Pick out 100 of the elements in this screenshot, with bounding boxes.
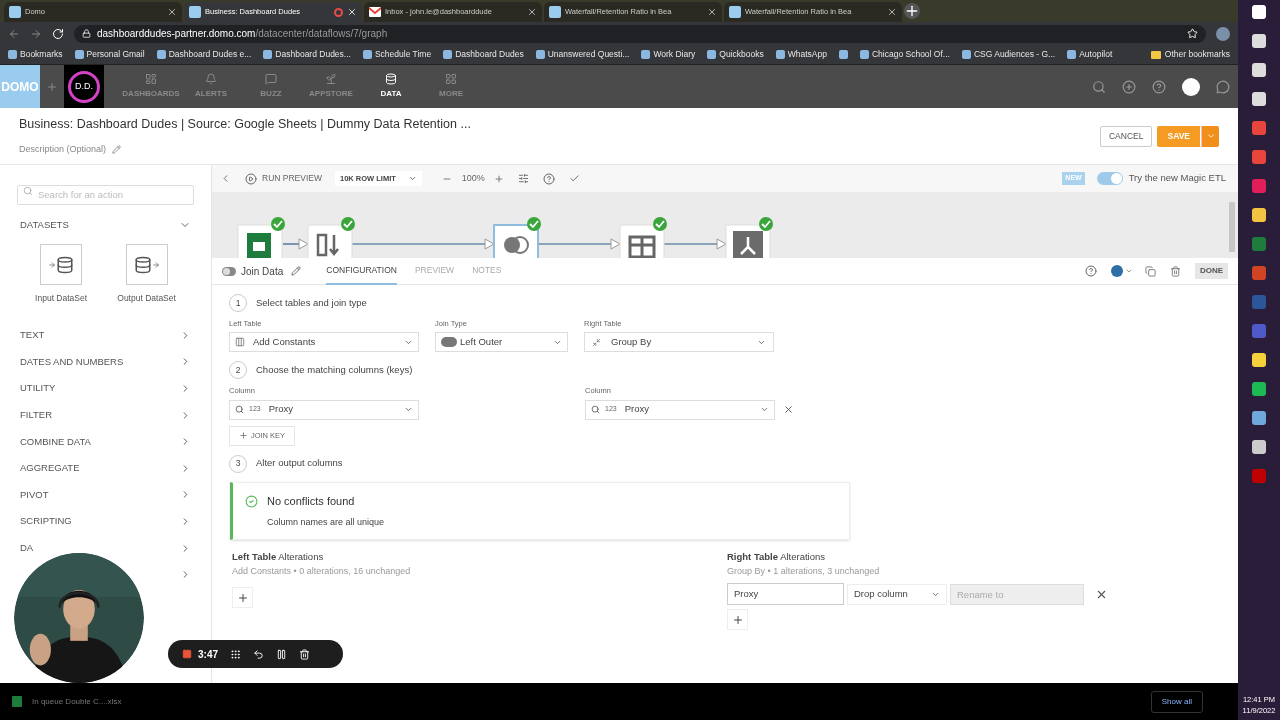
bookmark-link[interactable]: Other bookmarks bbox=[1164, 48, 1230, 61]
plus-icon bbox=[236, 591, 249, 604]
column-field[interactable]: Proxy bbox=[727, 583, 844, 606]
add-icon[interactable] bbox=[1122, 79, 1136, 94]
action-select[interactable]: Drop column bbox=[847, 583, 947, 605]
close-icon[interactable] bbox=[707, 7, 717, 17]
taskbar-app-icon[interactable] bbox=[1252, 5, 1266, 19]
new-tab-icon[interactable] bbox=[904, 3, 920, 19]
taskbar-app-icon[interactable] bbox=[1252, 266, 1266, 280]
pencil-icon[interactable] bbox=[112, 145, 122, 155]
description-link[interactable]: Description (Optional) bbox=[19, 143, 107, 157]
search-field[interactable]: Search for an action bbox=[17, 184, 194, 205]
zoom-in-icon[interactable] bbox=[493, 173, 504, 184]
dataflow-node[interactable] bbox=[619, 224, 665, 258]
category-label[interactable]: TEXT bbox=[20, 328, 45, 343]
close-icon[interactable] bbox=[887, 7, 897, 17]
taskbar-app-icon[interactable] bbox=[1252, 63, 1266, 77]
taskbar-app-icon[interactable] bbox=[1252, 150, 1266, 164]
node-color-picker[interactable] bbox=[1110, 265, 1133, 277]
category-label[interactable]: SCRIPTING bbox=[20, 514, 72, 529]
help-icon[interactable] bbox=[1084, 265, 1097, 277]
undo-icon[interactable] bbox=[253, 648, 264, 660]
taskbar-app-icon[interactable] bbox=[1252, 34, 1266, 48]
nav-item[interactable]: DATA bbox=[364, 73, 418, 100]
table-select[interactable]: Add Constants bbox=[229, 332, 419, 353]
search-icon[interactable] bbox=[1092, 79, 1106, 94]
bookmark-link[interactable]: Dashboard Dudes... bbox=[275, 48, 351, 61]
delete-icon[interactable] bbox=[299, 648, 310, 660]
taskbar-app-icon[interactable] bbox=[1252, 469, 1266, 483]
add-button[interactable] bbox=[232, 587, 253, 609]
address-field[interactable]: dashboarddudes-partner.domo.com/datacenter/dataflows/7/graph bbox=[74, 24, 1206, 43]
taskbar-app-icon[interactable] bbox=[1252, 208, 1266, 222]
taskbar-app-icon[interactable] bbox=[1252, 179, 1266, 193]
category-label[interactable]: PIVOT bbox=[20, 487, 49, 502]
back-icon[interactable] bbox=[8, 27, 20, 40]
category-label[interactable]: COMBINE DATA bbox=[20, 434, 91, 449]
grid-icon[interactable] bbox=[230, 648, 241, 660]
taskbar-app-icon[interactable] bbox=[1252, 121, 1266, 135]
dataflow-node[interactable] bbox=[725, 224, 771, 258]
done-button[interactable]: DONE bbox=[1194, 263, 1228, 279]
taskbar-app-icon[interactable] bbox=[1252, 92, 1266, 106]
close-icon[interactable] bbox=[527, 7, 537, 17]
account-badge[interactable]: D.D. bbox=[64, 65, 104, 108]
bookmark-link[interactable]: Autopilot bbox=[1079, 48, 1113, 61]
profile-avatar[interactable] bbox=[1216, 26, 1230, 41]
panel-tab[interactable]: CONFIGURATION bbox=[326, 257, 397, 285]
help-icon[interactable] bbox=[1152, 79, 1166, 94]
bookmark-link[interactable]: Quickbooks bbox=[719, 48, 764, 61]
step-title: Choose the matching columns (keys) bbox=[256, 363, 413, 378]
category-label[interactable]: DA bbox=[20, 540, 34, 556]
close-icon[interactable] bbox=[167, 7, 177, 17]
node-toggle[interactable] bbox=[222, 266, 236, 276]
magic-etl-toggle[interactable] bbox=[1096, 172, 1123, 185]
table-select[interactable]: Group By bbox=[584, 332, 774, 353]
add-button[interactable] bbox=[727, 609, 748, 631]
pencil-icon[interactable] bbox=[291, 266, 302, 276]
star-icon[interactable] bbox=[1187, 28, 1198, 39]
bookmark-link[interactable]: WhatsApp bbox=[787, 48, 827, 61]
reload-icon[interactable] bbox=[52, 27, 64, 40]
category-label[interactable]: DATES AND NUMBERS bbox=[20, 354, 124, 369]
bookmark-link[interactable]: Work Diary bbox=[653, 48, 696, 61]
settings-icon[interactable] bbox=[517, 173, 529, 184]
bookmark-link[interactable]: Dashboard Dudes bbox=[455, 48, 524, 61]
pause-icon[interactable] bbox=[276, 648, 287, 660]
category-label[interactable]: UTILITY bbox=[20, 381, 56, 396]
dataflow-node[interactable] bbox=[493, 224, 539, 258]
bookmark-link[interactable]: CSG Audiences - G... bbox=[973, 48, 1056, 61]
duplicate-icon[interactable] bbox=[1144, 265, 1156, 277]
taskbar-app-icon[interactable] bbox=[1252, 353, 1266, 367]
taskbar-app-icon[interactable] bbox=[1252, 324, 1266, 338]
taskbar-app-icon[interactable] bbox=[1252, 440, 1266, 454]
bookmark-link[interactable]: Bookmarks bbox=[20, 48, 63, 61]
taskbar-app-icon[interactable] bbox=[1252, 237, 1266, 251]
taskbar-app-icon[interactable] bbox=[1252, 295, 1266, 309]
category-label[interactable]: AGGREGATE bbox=[20, 461, 80, 476]
remove-icon[interactable] bbox=[783, 404, 794, 415]
dataset-tile[interactable] bbox=[125, 244, 168, 286]
help-icon[interactable] bbox=[542, 172, 555, 185]
forward-icon[interactable] bbox=[30, 27, 42, 40]
bookmark-link[interactable]: Schedule Time bbox=[374, 48, 432, 61]
cancel-button[interactable]: CANCEL bbox=[1100, 125, 1153, 147]
validate-icon[interactable] bbox=[568, 173, 580, 184]
bookmark-link[interactable]: Personal Gmail bbox=[86, 48, 145, 61]
close-icon[interactable] bbox=[347, 7, 357, 17]
bookmark-link[interactable]: Unanswered Questi... bbox=[547, 48, 630, 61]
dataflow-node[interactable] bbox=[237, 224, 283, 258]
stop-icon[interactable] bbox=[182, 649, 192, 659]
bookmark-link[interactable]: Dashboard Dudes e... bbox=[168, 48, 252, 61]
taskbar-app-icon[interactable] bbox=[1252, 382, 1266, 396]
dataflow-node[interactable] bbox=[307, 224, 353, 258]
bookmark-link[interactable]: Chicago School Of... bbox=[871, 48, 950, 61]
run-preview-button[interactable]: RUN PREVIEW bbox=[245, 172, 322, 185]
category-label[interactable]: FILTER bbox=[20, 407, 53, 423]
dataset-tile[interactable] bbox=[40, 244, 83, 286]
user-avatar[interactable] bbox=[1182, 77, 1200, 96]
join-type-select[interactable]: Left Outer bbox=[435, 332, 568, 353]
chat-icon[interactable] bbox=[1216, 79, 1230, 94]
save-menu-button[interactable] bbox=[1201, 125, 1219, 147]
show-all-button[interactable]: Show all bbox=[1150, 690, 1203, 713]
taskbar-app-icon[interactable] bbox=[1252, 411, 1266, 425]
